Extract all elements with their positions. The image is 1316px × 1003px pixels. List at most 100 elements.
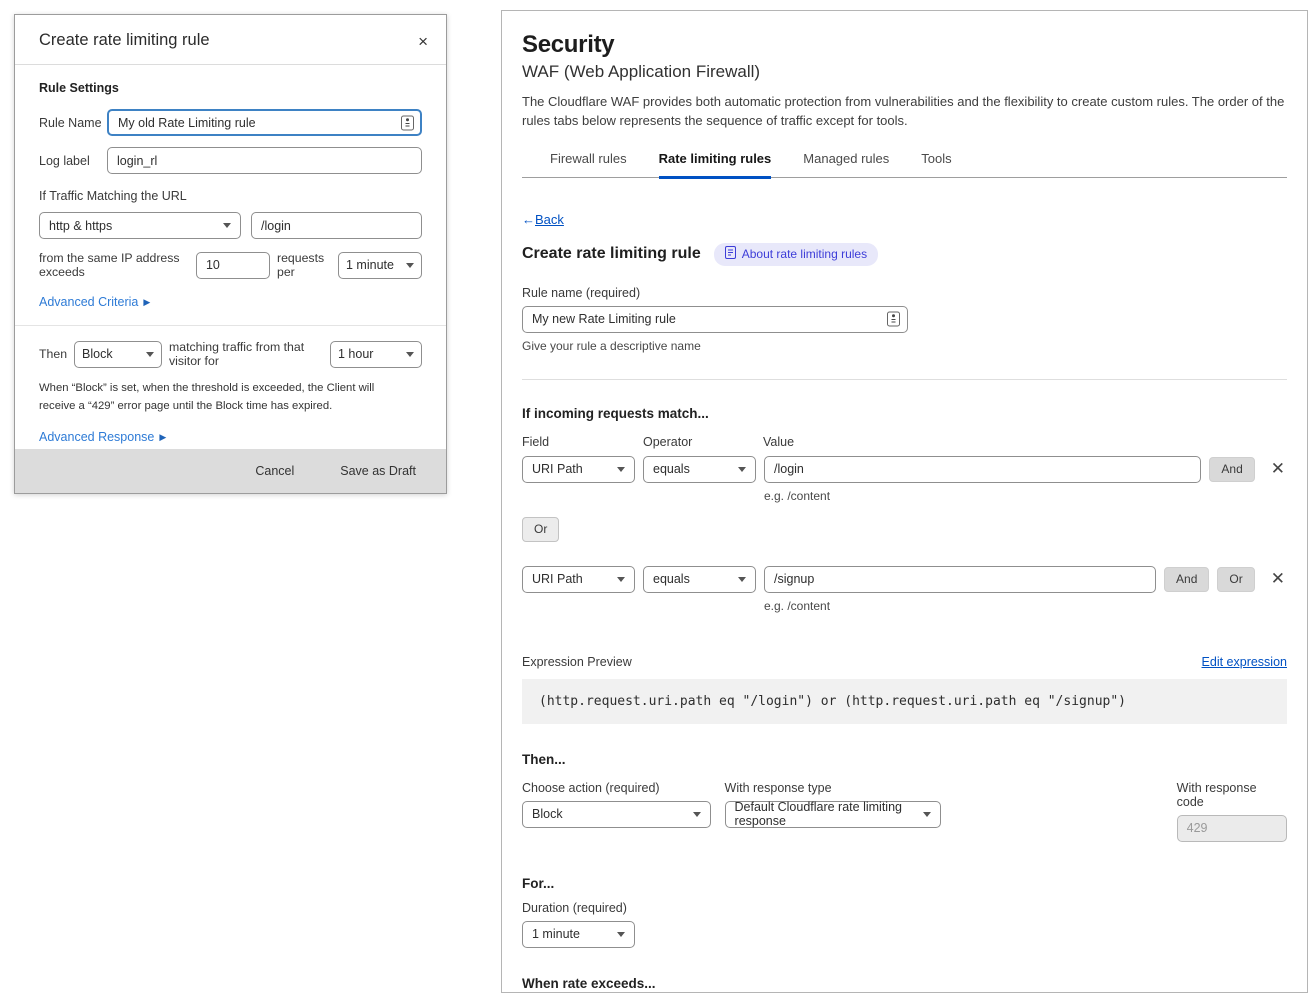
waf-tabs: Firewall rules Rate limiting rules Manag… (522, 151, 1287, 178)
for-heading: For... (522, 876, 1287, 891)
response-code-label: With response code (1177, 781, 1287, 809)
requests-input[interactable] (196, 252, 270, 279)
condition-row: URI Path equals And ✕ (522, 456, 1287, 483)
then-text: Then (39, 347, 67, 361)
operator-label: Operator (643, 435, 763, 449)
rule-name-label: Rule name (required) (522, 286, 1287, 300)
about-rate-limiting-link[interactable]: About rate limiting rules (714, 243, 878, 266)
condition-row: URI Path equals And Or ✕ (522, 566, 1287, 593)
chevron-down-icon (406, 263, 414, 268)
modal-title: Create rate limiting rule (39, 31, 210, 50)
rule-name-input[interactable] (522, 306, 908, 333)
log-label-row: Log label (39, 147, 422, 174)
value-label: Value (763, 435, 794, 449)
rule-name-helper: Give your rule a descriptive name (522, 339, 1287, 353)
operator-select[interactable]: equals (643, 566, 756, 593)
page-title: Security (522, 31, 1287, 59)
operator-select[interactable]: equals (643, 456, 756, 483)
page-description: The Cloudflare WAF provides both automat… (522, 93, 1287, 131)
rate-heading: When rate exceeds... (522, 976, 1287, 991)
chevron-down-icon (617, 932, 625, 937)
per-text: requests per (277, 251, 331, 279)
legacy-rate-limit-modal: Create rate limiting rule × Rule Setting… (14, 14, 447, 494)
rule-settings-heading: Rule Settings (39, 81, 422, 95)
ban-duration-select[interactable]: 1 hour (330, 341, 422, 368)
chevron-down-icon (617, 467, 625, 472)
field-select[interactable]: URI Path (522, 456, 635, 483)
tab-firewall-rules[interactable]: Firewall rules (550, 151, 627, 177)
modal-body: Rule Settings Rule Name Log label If Tra… (15, 65, 446, 493)
tab-managed-rules[interactable]: Managed rules (803, 151, 889, 177)
or-connector-button[interactable]: Or (522, 517, 559, 542)
chevron-down-icon (617, 577, 625, 582)
exceeds-text: from the same IP address exceeds (39, 251, 189, 279)
action-select[interactable]: Block (522, 801, 711, 828)
then-heading: Then... (522, 752, 1287, 767)
modal-footer: Cancel Save as Draft (15, 449, 446, 493)
value-helper: e.g. /content (764, 599, 1287, 613)
save-as-draft-button[interactable]: Save as Draft (340, 464, 416, 478)
back-arrow-icon: ← (522, 212, 535, 227)
modal-header: Create rate limiting rule × (15, 15, 446, 65)
create-rule-heading: Create rate limiting rule (522, 245, 701, 263)
match-column-labels: Field Operator Value (522, 435, 1287, 449)
rule-name-row: Rule Name (39, 109, 422, 136)
remove-condition-icon[interactable]: ✕ (1269, 459, 1287, 479)
chevron-down-icon (223, 223, 231, 228)
rule-name-input[interactable] (107, 109, 422, 136)
expression-code: (http.request.uri.path eq "/login") or (… (522, 679, 1287, 724)
and-button[interactable]: And (1164, 567, 1209, 592)
field-select[interactable]: URI Path (522, 566, 635, 593)
match-heading: If incoming requests match... (522, 406, 1287, 421)
tab-rate-limiting-rules[interactable]: Rate limiting rules (659, 151, 772, 179)
traffic-match-label: If Traffic Matching the URL (39, 189, 422, 203)
advanced-response-link[interactable]: Advanced Response ▶ (39, 430, 166, 444)
security-waf-panel: Security WAF (Web Application Firewall) … (501, 10, 1308, 993)
remove-condition-icon[interactable]: ✕ (1269, 569, 1287, 589)
autofill-icon[interactable] (887, 312, 900, 327)
then-row: Then Block matching traffic from that vi… (39, 340, 422, 368)
duration-label: Duration (required) (522, 901, 1287, 915)
rule-name-label: Rule Name (39, 116, 107, 130)
period-select[interactable]: 1 minute (338, 252, 422, 279)
advanced-criteria-link[interactable]: Advanced Criteria ▶ (39, 295, 150, 309)
cancel-button[interactable]: Cancel (255, 464, 294, 478)
or-button[interactable]: Or (1217, 567, 1254, 592)
response-code-input (1177, 815, 1287, 842)
value-input[interactable] (764, 566, 1156, 593)
chevron-down-icon (923, 812, 931, 817)
chevron-down-icon (693, 812, 701, 817)
chevron-right-icon: ▶ (159, 432, 166, 443)
response-type-label: With response type (725, 781, 941, 795)
url-input[interactable] (251, 212, 422, 239)
chevron-right-icon: ▶ (143, 297, 150, 308)
log-label-input[interactable] (107, 147, 422, 174)
threshold-row: from the same IP address exceeds request… (39, 251, 422, 279)
expression-preview-label: Expression Preview (522, 655, 632, 669)
and-button[interactable]: And (1209, 457, 1254, 482)
action-select[interactable]: Block (74, 341, 162, 368)
page-subtitle: WAF (Web Application Firewall) (522, 62, 1287, 82)
value-helper: e.g. /content (764, 489, 1287, 503)
block-note: When “Block” is set, when the threshold … (39, 380, 409, 415)
tab-tools[interactable]: Tools (921, 151, 951, 177)
edit-expression-link[interactable]: Edit expression (1202, 655, 1287, 669)
document-icon (725, 246, 736, 262)
divider (15, 325, 446, 326)
scheme-select[interactable]: http & https (39, 212, 241, 239)
chevron-down-icon (146, 352, 154, 357)
chevron-down-icon (406, 352, 414, 357)
field-label: Field (522, 435, 643, 449)
close-icon[interactable]: × (414, 31, 432, 52)
create-rule-heading-row: Create rate limiting rule About rate lim… (522, 243, 1287, 266)
chevron-down-icon (738, 467, 746, 472)
action-label: Choose action (required) (522, 781, 711, 795)
back-link[interactable]: ←Back (522, 212, 564, 227)
autofill-icon[interactable] (401, 115, 414, 130)
value-input[interactable] (764, 456, 1201, 483)
url-match-row: http & https (39, 212, 422, 239)
duration-select[interactable]: 1 minute (522, 921, 635, 948)
log-label-label: Log label (39, 154, 107, 168)
response-type-select[interactable]: Default Cloudflare rate limiting respons… (725, 801, 941, 828)
chevron-down-icon (738, 577, 746, 582)
